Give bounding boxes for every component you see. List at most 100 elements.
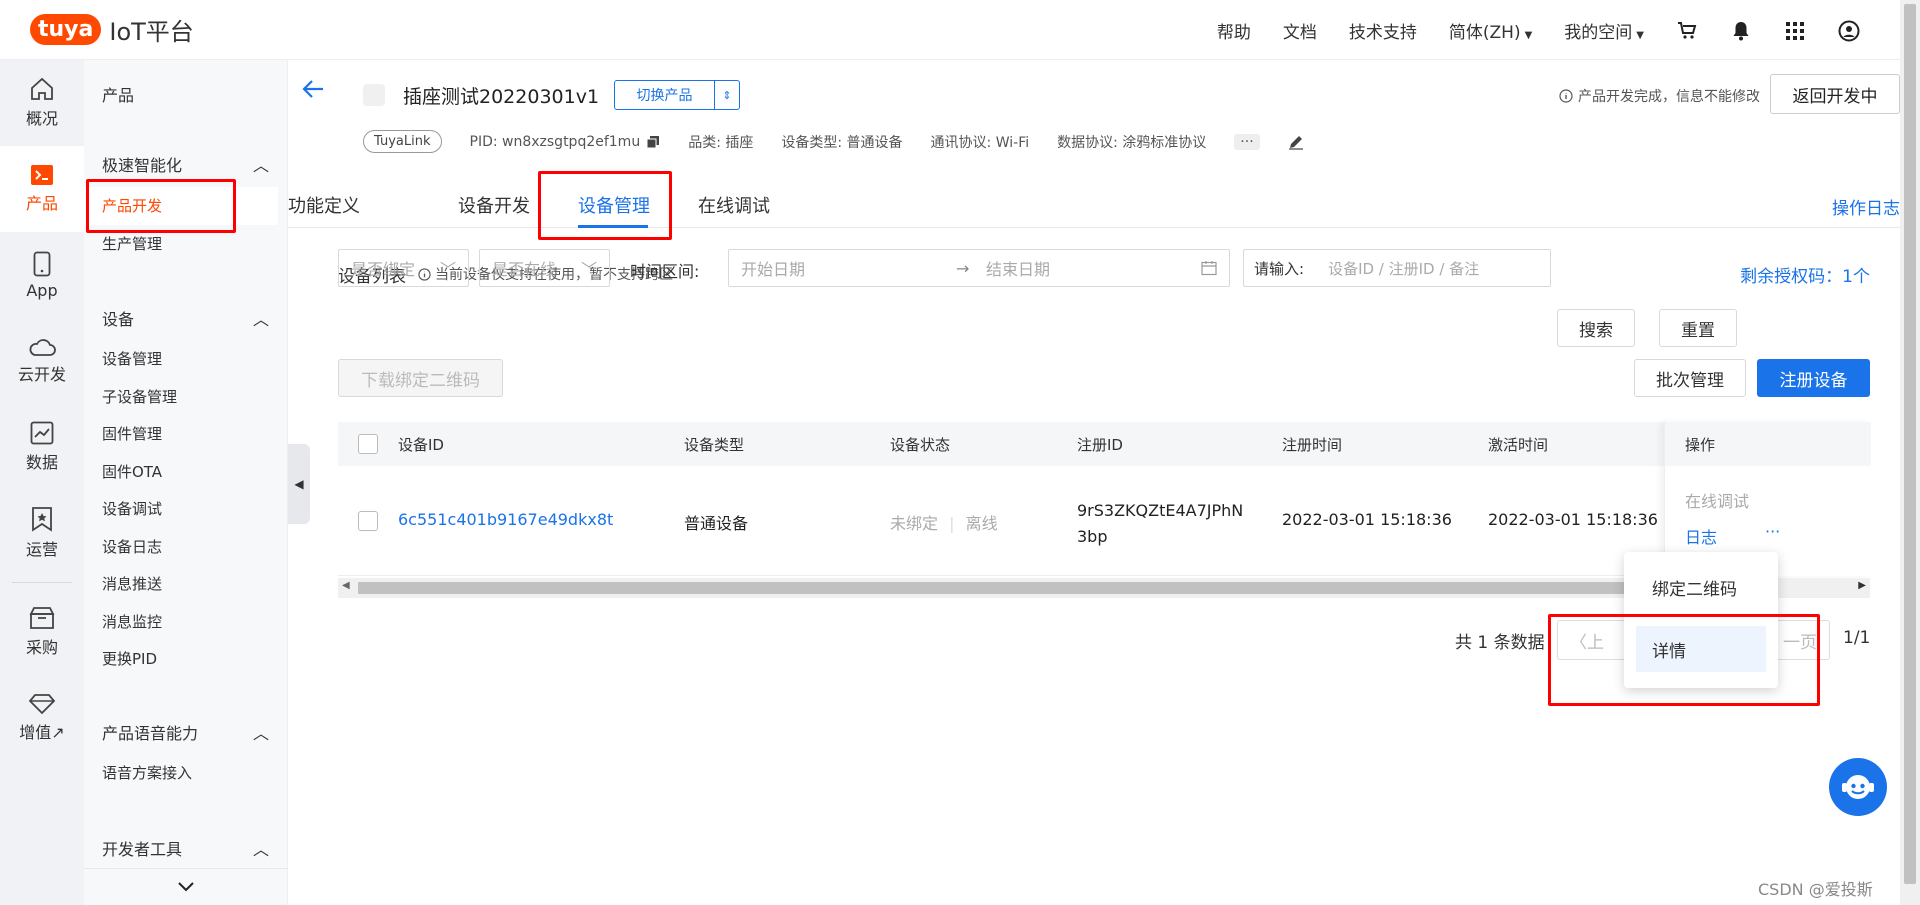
more-actions-button[interactable]: ···: [1765, 522, 1780, 541]
start-date-input[interactable]: 开始日期: [741, 256, 956, 280]
vertical-scroll-thumb[interactable]: [1904, 4, 1916, 884]
link-tag: TuyaLink: [363, 130, 442, 153]
sidebar-expand-button[interactable]: [84, 868, 288, 905]
watermark: CSDN @爱投斯: [1758, 880, 1873, 899]
online-filter-label: 是否在线: [492, 260, 557, 279]
online-debug-link[interactable]: 在线调试: [1685, 488, 1749, 512]
top-bar: tuya IoT平台 帮助 文档 技术支持 简体(ZH) ▼ 我的空间 ▼: [0, 0, 1920, 60]
date-range-picker[interactable]: 开始日期 → 结束日期: [728, 249, 1230, 287]
activate-time-cell: 2022-03-01 15:18:36: [1488, 510, 1658, 529]
back-arrow-icon[interactable]: [302, 76, 324, 106]
chevron-up-icon: ︿: [252, 840, 269, 859]
store-icon: [29, 607, 55, 629]
rail-item-overview[interactable]: 概况: [0, 60, 84, 146]
device-id-link[interactable]: 6c551c401b9167e49dkx8t: [398, 510, 613, 529]
apps-grid-icon[interactable]: [1784, 20, 1806, 42]
sidebar-group-fast[interactable]: 极速智能化 ︿: [102, 152, 269, 176]
sidebar-item-device-mgmt[interactable]: 设备管理: [102, 348, 162, 369]
column-header: 激活时间: [1488, 436, 1549, 454]
search-input[interactable]: 请输入: 设备ID / 注册ID / 备注: [1243, 249, 1551, 287]
brand-logo[interactable]: tuya IoT平台: [30, 12, 194, 47]
tuya-logo: tuya: [30, 14, 102, 45]
sidebar-item-debug[interactable]: 设备调试: [102, 498, 162, 519]
register-time-cell: 2022-03-01 15:18:36: [1282, 510, 1452, 529]
column-header: 设备状态: [890, 436, 951, 454]
caret-down-icon: ▼: [1636, 30, 1644, 41]
sidebar-item-subdevice[interactable]: 子设备管理: [102, 386, 177, 407]
chevron-up-icon: ︿: [252, 156, 269, 175]
sidebar-item-firmware[interactable]: 固件管理: [102, 423, 162, 444]
user-avatar-icon[interactable]: [1838, 20, 1860, 42]
tab-function-def[interactable]: 功能定义: [288, 192, 360, 218]
tab-device-dev[interactable]: 设备开发: [458, 192, 530, 218]
row-checkbox[interactable]: [358, 511, 378, 531]
reset-button[interactable]: 重置: [1659, 309, 1737, 347]
sidebar-item-monitor[interactable]: 消息监控: [102, 611, 162, 632]
online-filter-select[interactable]: 是否在线 ﹀: [479, 249, 610, 287]
batch-manage-button[interactable]: 批次管理: [1634, 359, 1746, 397]
sidebar-item-log[interactable]: 设备日志: [102, 536, 162, 557]
scroll-left-icon[interactable]: ◀: [342, 580, 350, 591]
rail-item-purchase[interactable]: 采购: [0, 589, 84, 675]
sidebar-section-title: 产品: [102, 86, 135, 105]
rail-item-product[interactable]: 产品: [0, 146, 84, 232]
copy-icon[interactable]: [646, 135, 660, 149]
space-select[interactable]: 我的空间 ▼: [1564, 18, 1644, 43]
rail-label: 采购: [25, 638, 58, 657]
more-meta-button[interactable]: ···: [1234, 133, 1260, 150]
sidebar-group-device[interactable]: 设备 ︿: [102, 306, 269, 330]
pid-text: PID: wn8xzsgtpq2ef1mu: [470, 134, 661, 150]
status-divider: |: [949, 514, 955, 533]
tab-online-debug[interactable]: 在线调试: [698, 192, 770, 218]
rail-item-app[interactable]: App: [0, 232, 84, 318]
scroll-right-icon[interactable]: ▶: [1858, 580, 1866, 591]
sidebar-group-devtools[interactable]: 开发者工具 ︿: [102, 836, 269, 860]
edit-pencil-icon[interactable]: [1288, 134, 1304, 150]
support-link[interactable]: 技术支持: [1349, 18, 1417, 43]
download-qr-button[interactable]: 下载绑定二维码: [338, 359, 503, 397]
operation-log-link[interactable]: 操作日志: [1832, 194, 1900, 219]
rail-label: 数据: [25, 453, 58, 472]
vertical-scrollbar[interactable]: [1900, 0, 1920, 905]
sidebar-item-push[interactable]: 消息推送: [102, 573, 162, 594]
rail-label: 运营: [25, 540, 58, 559]
product-meta: TuyaLink PID: wn8xzsgtpq2ef1mu 品类: 插座 设备…: [363, 130, 1304, 153]
bell-icon[interactable]: [1730, 20, 1752, 42]
scroll-thumb[interactable]: [358, 582, 1758, 594]
language-select[interactable]: 简体(ZH) ▼: [1449, 18, 1532, 43]
help-link[interactable]: 帮助: [1217, 18, 1251, 43]
rail-item-operation[interactable]: 运营: [0, 490, 84, 576]
column-header: 设备ID: [398, 436, 444, 454]
customer-service-button[interactable]: [1829, 758, 1887, 816]
category-text: 品类: 插座: [688, 134, 754, 151]
rail-item-cloud[interactable]: 云开发: [0, 318, 84, 404]
remaining-auth-code[interactable]: 剩余授权码：1个: [1740, 262, 1870, 287]
device-status-cell: 未绑定 | 离线: [890, 510, 998, 534]
group-label: 产品语音能力: [102, 724, 199, 743]
search-placeholder: 设备ID / 注册ID / 备注: [1328, 259, 1480, 278]
phone-icon: [33, 251, 51, 276]
register-device-button[interactable]: 注册设备: [1757, 359, 1870, 397]
sidebar-item-ota[interactable]: 固件OTA: [102, 461, 162, 482]
switch-product-button[interactable]: 切换产品 ⇕: [614, 80, 740, 110]
table-header: 设备ID 设备类型 设备状态 注册ID 注册时间 激活时间: [338, 422, 1870, 466]
rail-item-value-added[interactable]: 增值↗: [0, 675, 84, 761]
back-to-dev-button[interactable]: 返回开发中: [1770, 74, 1900, 114]
data-protocol-text: 数据协议: 涂鸦标准协议: [1057, 134, 1207, 151]
sidebar-item-production[interactable]: 生产管理: [102, 233, 162, 254]
search-button[interactable]: 搜索: [1557, 309, 1635, 347]
menu-item-bind-qr[interactable]: 绑定二维码: [1636, 564, 1766, 610]
log-link[interactable]: 日志: [1685, 524, 1717, 548]
sidebar-group-voice[interactable]: 产品语音能力 ︿: [102, 720, 269, 744]
bind-filter-select[interactable]: 是否绑定 ﹀: [338, 249, 469, 287]
docs-link[interactable]: 文档: [1283, 18, 1317, 43]
product-notice: 产品开发完成，信息不能修改: [1559, 86, 1760, 106]
select-all-checkbox[interactable]: [358, 434, 378, 454]
sidebar-item-voice[interactable]: 语音方案接入: [102, 762, 192, 783]
rail-item-data[interactable]: 数据: [0, 404, 84, 490]
device-type-text: 设备类型: 普通设备: [781, 134, 903, 151]
column-header: 设备类型: [684, 436, 745, 454]
end-date-input[interactable]: 结束日期: [986, 256, 1201, 280]
sidebar-item-change-pid[interactable]: 更换PID: [102, 648, 157, 669]
cart-icon[interactable]: [1676, 20, 1698, 42]
